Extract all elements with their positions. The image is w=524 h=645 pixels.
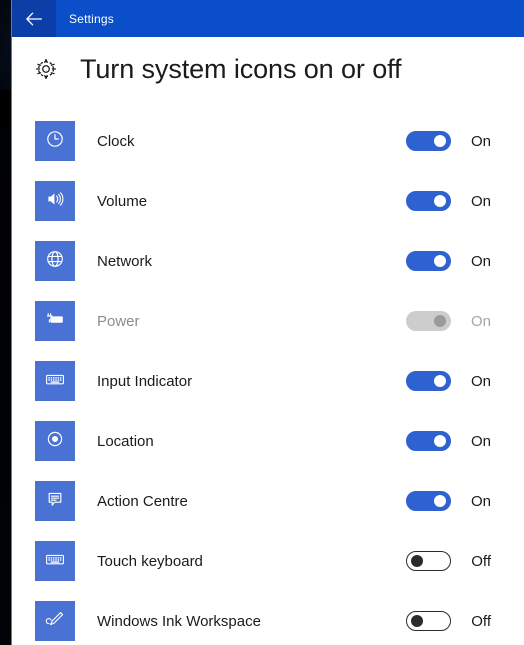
pen-ink-icon bbox=[45, 609, 65, 634]
row-label: Action Centre bbox=[97, 492, 188, 510]
row-volume: Volume On bbox=[12, 171, 524, 231]
volume-icon bbox=[45, 189, 65, 214]
row-label: Windows Ink Workspace bbox=[97, 612, 261, 630]
page-header: Turn system icons on or off bbox=[12, 37, 524, 101]
row-touch-keyboard: Touch keyboard Off bbox=[12, 531, 524, 591]
toggle-group-input-indicator: On bbox=[405, 371, 491, 391]
network-tile bbox=[35, 241, 75, 281]
toggle-input-indicator[interactable] bbox=[405, 371, 451, 391]
toggle-group-power: On bbox=[405, 311, 491, 331]
row-label: Network bbox=[97, 252, 153, 270]
toggle-windows-ink-workspace[interactable] bbox=[406, 611, 452, 631]
location-icon bbox=[45, 429, 65, 454]
toggle-state-label: Off bbox=[471, 612, 491, 630]
toggle-location[interactable] bbox=[405, 431, 451, 451]
toggle-group-network: On bbox=[405, 251, 491, 271]
input-indicator-tile bbox=[35, 361, 75, 401]
row-clock: Clock On bbox=[12, 111, 524, 171]
volume-tile bbox=[35, 181, 75, 221]
row-label: Input Indicator bbox=[97, 372, 193, 390]
system-icons-list: Clock On Volume On Network On Power On I… bbox=[12, 101, 524, 645]
row-location: Location On bbox=[12, 411, 524, 471]
action-centre-tile bbox=[35, 481, 75, 521]
row-input-indicator: Input Indicator On bbox=[12, 351, 524, 411]
toggle-group-location: On bbox=[405, 431, 491, 451]
back-arrow-icon bbox=[25, 12, 43, 26]
toggle-state-label: On bbox=[470, 132, 491, 150]
row-label: Clock bbox=[97, 132, 135, 150]
toggle-group-action-centre: On bbox=[405, 491, 491, 511]
toggle-state-label: On bbox=[470, 252, 491, 270]
toggle-knob bbox=[433, 195, 446, 207]
row-power: Power On bbox=[12, 291, 524, 351]
row-label: Volume bbox=[97, 192, 148, 210]
toggle-state-label: Off bbox=[471, 552, 491, 570]
window-title: Settings bbox=[69, 11, 114, 26]
toggle-state-label: On bbox=[470, 372, 491, 390]
action-centre-icon bbox=[45, 489, 65, 514]
battery-power-icon bbox=[44, 309, 66, 334]
windows-ink-tile bbox=[35, 601, 75, 641]
toggle-state-label: On bbox=[470, 492, 491, 510]
row-label: Touch keyboard bbox=[97, 552, 203, 570]
touch-keyboard-tile bbox=[35, 541, 75, 581]
toggle-volume[interactable] bbox=[405, 191, 451, 211]
row-label: Power bbox=[97, 312, 140, 330]
toggle-state-label: On bbox=[470, 192, 491, 210]
touch-keyboard-icon bbox=[44, 549, 66, 574]
toggle-group-volume: On bbox=[405, 191, 491, 211]
toggle-power bbox=[405, 311, 451, 331]
toggle-knob bbox=[433, 315, 446, 327]
back-button[interactable] bbox=[12, 0, 56, 37]
location-tile bbox=[35, 421, 75, 461]
toggle-knob bbox=[433, 495, 446, 507]
settings-window: Settings Turn system icons on or off Clo… bbox=[11, 0, 524, 645]
network-globe-icon bbox=[45, 249, 65, 274]
title-bar: Settings bbox=[12, 0, 524, 37]
row-windows-ink-workspace: Windows Ink Workspace Off bbox=[12, 591, 524, 645]
toggle-knob bbox=[433, 435, 446, 447]
toggle-knob bbox=[433, 255, 446, 267]
toggle-knob bbox=[411, 615, 424, 627]
keyboard-icon bbox=[44, 369, 66, 394]
toggle-network[interactable] bbox=[405, 251, 451, 271]
toggle-touch-keyboard[interactable] bbox=[406, 551, 452, 571]
page-title: Turn system icons on or off bbox=[80, 53, 402, 84]
toggle-group-touch-keyboard: Off bbox=[406, 551, 491, 571]
clock-tile bbox=[35, 121, 75, 161]
row-action-centre: Action Centre On bbox=[12, 471, 524, 531]
row-network: Network On bbox=[12, 231, 524, 291]
toggle-clock[interactable] bbox=[405, 131, 451, 151]
toggle-group-windows-ink-workspace: Off bbox=[406, 611, 491, 631]
gear-icon bbox=[33, 56, 59, 82]
power-tile bbox=[35, 301, 75, 341]
toggle-state-label: On bbox=[470, 312, 491, 330]
toggle-knob bbox=[411, 555, 424, 567]
toggle-action-centre[interactable] bbox=[405, 491, 451, 511]
toggle-group-clock: On bbox=[405, 131, 491, 151]
toggle-knob bbox=[433, 135, 446, 147]
toggle-knob bbox=[433, 375, 446, 387]
toggle-state-label: On bbox=[470, 432, 491, 450]
clock-icon bbox=[45, 129, 65, 154]
row-label: Location bbox=[97, 432, 154, 450]
